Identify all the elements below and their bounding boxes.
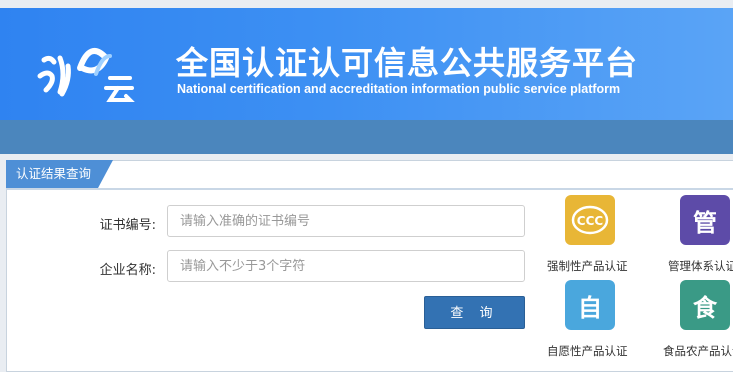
tab-underline <box>6 188 733 190</box>
company-name-input[interactable] <box>167 250 525 282</box>
cert-number-label: 证书编号: <box>99 218 156 233</box>
voluntary-icon[interactable]: 自 <box>565 280 615 330</box>
ccc-icon[interactable]: CCC <box>565 195 615 245</box>
top-strip <box>0 0 733 8</box>
management-icon[interactable]: 管 <box>680 195 730 245</box>
service-label-ccc[interactable]: 强制性产品认证 <box>547 258 628 274</box>
header-banner: 全国认证认可信息公共服务平台 National certification an… <box>0 0 733 120</box>
query-button[interactable]: 查 询 <box>424 296 525 329</box>
company-name-label: 企业名称: <box>99 263 156 278</box>
logo <box>37 48 135 102</box>
food-icon[interactable]: 食 <box>680 280 730 330</box>
site-title: 全国认证认可信息公共服务平台 <box>176 44 639 82</box>
svg-text:CCC: CCC <box>577 214 604 228</box>
cert-number-input[interactable] <box>167 205 525 237</box>
service-label-management[interactable]: 管理体系认证 <box>668 258 733 274</box>
tab-cert-result-query[interactable]: 认证结果查询 <box>6 160 114 188</box>
site-subtitle: National certification and accreditation… <box>177 82 621 96</box>
nav-bar <box>0 120 733 154</box>
